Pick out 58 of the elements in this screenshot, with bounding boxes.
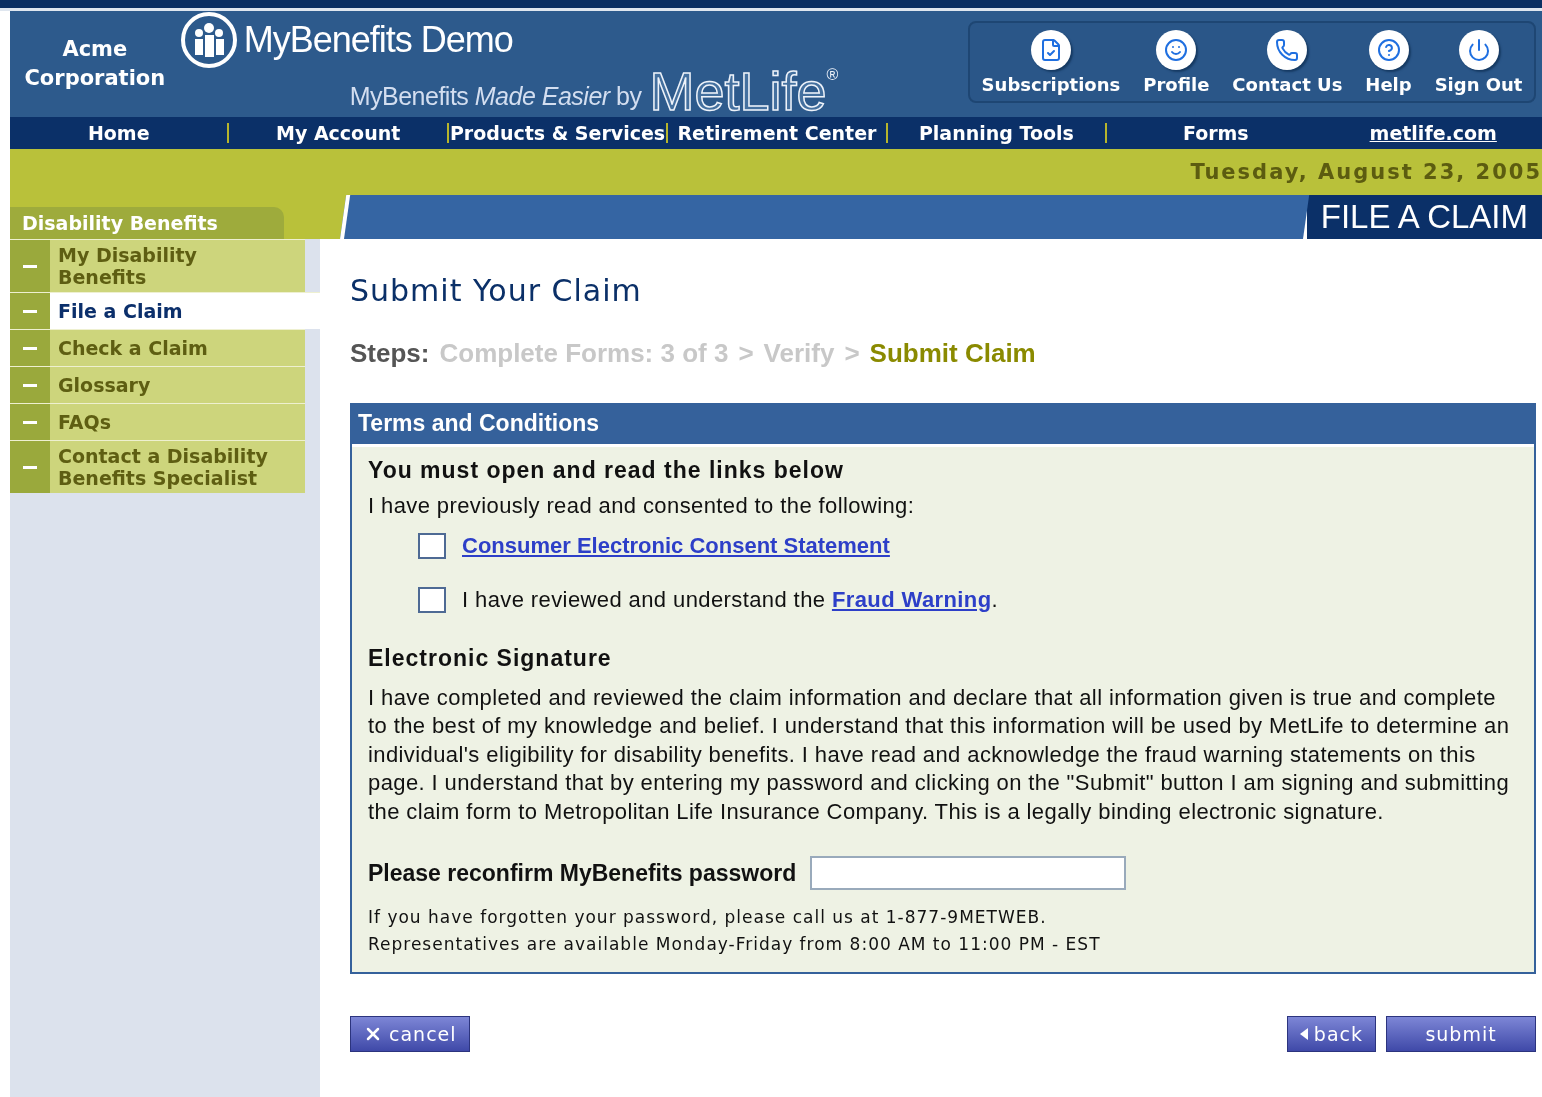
toolbar-button[interactable]: Subscriptions bbox=[981, 29, 1121, 95]
dash-icon bbox=[23, 383, 37, 387]
consent-text: I have reviewed and understand the Fraud Warning. bbox=[462, 586, 999, 613]
nav-item[interactable]: My Account bbox=[227, 123, 447, 143]
toolbar-button[interactable]: Profile bbox=[1143, 29, 1210, 95]
step: Submit Claim bbox=[869, 338, 1036, 369]
help-text: Representatives are available Monday-Friday from 8:00 AM to 11:00 PM - EST bbox=[368, 933, 1102, 956]
checkbox[interactable] bbox=[418, 532, 446, 559]
metlife-logo: MetLife$^{®}$ bbox=[649, 65, 839, 117]
dash-icon bbox=[23, 420, 37, 424]
company-name: Acme Corporation bbox=[23, 36, 167, 92]
signature-text: I have completed and reviewed the claim information and declare that all information given is true and complete to the best of my knowledge and belief. I understand that this information will be used by MetLife to determine an individual's eligibility for disability benefits. I have read and acknowledge the fraud warning statements on this page. I understand that by entering my password and clicking on the "Submit" button I am signing and submitting the claim form to Metropolitan Life Insurance Company. This is a legally binding electronic signature. bbox=[368, 683, 1511, 826]
signature-heading: Electronic Signature bbox=[368, 644, 613, 672]
sidebar-title: Disability Benefits bbox=[10, 207, 284, 239]
phone-icon bbox=[1275, 37, 1300, 62]
dash-icon bbox=[23, 346, 37, 350]
date-text: Tuesday, August 23, 2005 bbox=[1190, 160, 1542, 184]
step-separator: > bbox=[738, 338, 754, 369]
nav-link[interactable]: metlife.com bbox=[1324, 123, 1542, 143]
step-separator: > bbox=[844, 338, 860, 369]
back-button[interactable]: back bbox=[1286, 1016, 1376, 1052]
instruction-text: You must open and read the links below bbox=[368, 457, 845, 484]
dash-icon bbox=[23, 264, 37, 268]
nav-item[interactable]: Retirement Center bbox=[666, 123, 886, 143]
sidebar-item[interactable]: Contact a Disability Benefits Specialist bbox=[10, 440, 305, 493]
tagline: MyBenefits Made Easier by bbox=[349, 81, 642, 112]
fraud-warning-link[interactable]: Fraud Warning bbox=[831, 586, 992, 612]
panel-title: Terms and Conditions bbox=[352, 405, 1534, 447]
password-label: Please reconfirm MyBenefits password bbox=[368, 859, 797, 887]
people-logo-icon bbox=[179, 11, 238, 69]
nav-item[interactable]: Products & Services bbox=[446, 123, 667, 143]
help-icon bbox=[1376, 37, 1401, 62]
password-field[interactable] bbox=[810, 856, 1127, 890]
help-text: If you have forgotten your password, please call us at 1-877-9METWEB. bbox=[368, 906, 1048, 929]
dash-icon bbox=[23, 309, 37, 313]
nav-item[interactable]: Planning Tools bbox=[885, 123, 1106, 143]
sidebar-item[interactable]: FAQs bbox=[10, 403, 305, 440]
checkbox[interactable] bbox=[418, 586, 446, 613]
left-triangle-icon bbox=[1299, 1028, 1308, 1040]
section-banner: FILE A CLAIM bbox=[1302, 195, 1542, 239]
toolbar-button[interactable]: Contact Us bbox=[1232, 29, 1343, 95]
nav-item[interactable]: Home bbox=[10, 123, 228, 143]
sidebar-item[interactable]: My Disability Benefits bbox=[10, 239, 305, 292]
consent-link[interactable]: Consumer Electronic Consent Statement bbox=[462, 532, 890, 559]
sidebar-item[interactable]: Check a Claim bbox=[10, 329, 305, 366]
nav-item[interactable]: Forms bbox=[1105, 123, 1325, 143]
cancel-button[interactable]: cancel bbox=[350, 1016, 470, 1052]
dash-icon bbox=[23, 465, 37, 469]
toolbar-button[interactable]: Sign Out bbox=[1434, 29, 1523, 95]
steps-label: Steps: bbox=[350, 338, 430, 369]
sidebar-item[interactable]: File a Claim bbox=[10, 292, 320, 329]
site-title: MyBenefits Demo bbox=[243, 19, 513, 61]
power-icon bbox=[1466, 37, 1491, 62]
page-title: Submit Your Claim bbox=[350, 273, 643, 308]
profile-icon bbox=[1164, 37, 1189, 62]
submit-button[interactable]: submit bbox=[1386, 1016, 1536, 1052]
sidebar-item[interactable]: Glossary bbox=[10, 366, 305, 403]
intro-text: I have previously read and consented to the following: bbox=[368, 492, 916, 520]
